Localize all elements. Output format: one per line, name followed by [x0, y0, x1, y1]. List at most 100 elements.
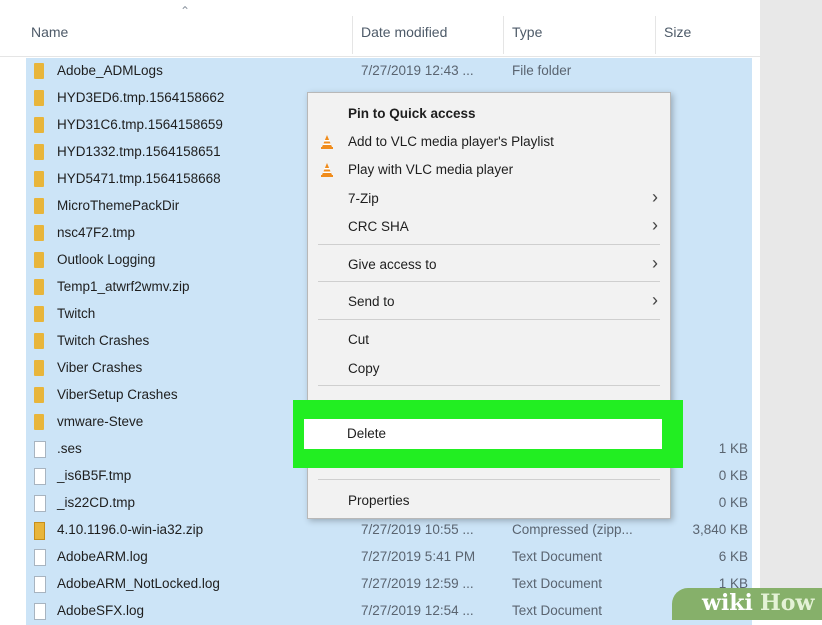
file-name: AdobeARM.log [57, 549, 148, 564]
chevron-right-icon: › [652, 290, 658, 310]
folder-icon [34, 252, 44, 268]
folder-icon [34, 414, 44, 430]
menu-item-label: Pin to Quick access [348, 106, 476, 121]
file-icon [34, 441, 46, 458]
file-type: Text Document [512, 576, 603, 591]
file-date-modified: 7/27/2019 5:41 PM [361, 549, 476, 564]
file-size: 0 KB [718, 495, 748, 510]
file-name: Twitch Crashes [57, 333, 150, 348]
menu-item-label: CRC SHA [348, 219, 409, 234]
file-row[interactable]: 4.10.1196.0-win-ia32.zip 7/27/2019 10:55 … [26, 517, 752, 544]
file-name: HYD3ED6.tmp.1564158662 [57, 90, 225, 105]
menu-item-play-with-vlc[interactable]: Play with VLC media player [308, 157, 670, 183]
file-type: Text Document [512, 603, 603, 618]
file-icon [34, 549, 46, 566]
folder-icon [34, 225, 44, 241]
folder-icon [34, 90, 44, 106]
menu-separator [318, 385, 660, 386]
menu-item-delete[interactable]: Delete [304, 419, 662, 449]
file-date-modified: 7/27/2019 10:55 ... [361, 522, 474, 537]
menu-separator [318, 244, 660, 245]
menu-item-7-zip[interactable]: 7-Zip › [308, 186, 670, 212]
file-icon [34, 495, 46, 512]
file-name: _is6B5F.tmp [57, 468, 132, 483]
column-divider[interactable] [352, 16, 353, 54]
column-divider[interactable] [655, 16, 656, 54]
column-date-modified[interactable]: Date modified [361, 24, 447, 40]
file-type: Compressed (zipp... [512, 522, 633, 537]
folder-icon [34, 63, 44, 79]
folder-icon [34, 306, 44, 322]
file-row[interactable]: AdobeARM_NotLocked.log 7/27/2019 12:59 ..… [26, 571, 752, 598]
chevron-right-icon: › [652, 253, 658, 273]
folder-icon [34, 198, 44, 214]
file-size: 6 KB [718, 549, 748, 564]
watermark-how: How [760, 590, 815, 616]
folder-icon [34, 333, 44, 349]
menu-item-give-access-to[interactable]: Give access to › [308, 252, 670, 278]
menu-item-label: Send to [348, 294, 395, 309]
menu-item-crc-sha[interactable]: CRC SHA › [308, 214, 670, 240]
menu-item-label: Play with VLC media player [348, 162, 514, 177]
file-name: HYD5471.tmp.1564158668 [57, 171, 221, 186]
column-size[interactable]: Size [664, 24, 691, 40]
menu-separator [318, 281, 660, 282]
file-size: 3,840 KB [692, 522, 748, 537]
menu-separator [318, 479, 660, 480]
watermark-wiki: wiki [702, 590, 753, 616]
column-divider[interactable] [503, 16, 504, 54]
file-name: AdobeSFX.log [57, 603, 145, 618]
sort-ascending-icon: ⌃ [180, 4, 191, 18]
chevron-right-icon: › [652, 187, 658, 207]
file-name: ViberSetup Crashes [57, 387, 178, 402]
file-name: Temp1_atwrf2wmv.zip [57, 279, 190, 294]
window-edge [760, 0, 822, 620]
folder-icon [34, 387, 44, 403]
folder-icon [34, 171, 44, 187]
zip-icon [34, 522, 45, 540]
menu-item-label: Cut [348, 332, 370, 347]
chevron-right-icon: › [652, 215, 658, 235]
file-name: 4.10.1196.0-win-ia32.zip [57, 522, 204, 537]
highlight-annotation: Delete [293, 400, 683, 468]
menu-separator [318, 319, 660, 320]
menu-item-pin-to-quick-access[interactable]: Pin to Quick access [308, 101, 670, 127]
file-icon [34, 603, 46, 620]
menu-item-add-to-vlc-playlist[interactable]: Add to VLC media player's Playlist [308, 129, 670, 155]
file-date-modified: 7/27/2019 12:43 ... [361, 63, 474, 78]
menu-item-send-to[interactable]: Send to › [308, 289, 670, 315]
column-name[interactable]: Name [31, 24, 68, 40]
column-header: ⌃ Name Date modified Type Size [0, 4, 760, 57]
file-icon [34, 468, 46, 485]
folder-icon [34, 117, 44, 133]
file-name: Adobe_ADMLogs [57, 63, 163, 78]
folder-icon [34, 144, 44, 160]
file-row[interactable]: AdobeARM.log 7/27/2019 5:41 PM Text Docume… [26, 544, 752, 571]
file-row[interactable]: Adobe_ADMLogs 7/27/2019 12:43 ... File fol… [26, 58, 752, 85]
menu-item-label: Give access to [348, 257, 437, 272]
file-size: 0 KB [718, 468, 748, 483]
column-type[interactable]: Type [512, 24, 542, 40]
vlc-icon [321, 135, 333, 149]
folder-icon [34, 279, 44, 295]
menu-item-copy[interactable]: Copy [308, 356, 670, 382]
folder-icon [34, 360, 44, 376]
file-name: Twitch [57, 306, 96, 321]
file-name: Outlook Logging [57, 252, 156, 267]
file-type: Text Document [512, 549, 603, 564]
menu-item-label: Delete [347, 426, 387, 441]
menu-item-cut[interactable]: Cut [308, 327, 670, 353]
file-date-modified: 7/27/2019 12:54 ... [361, 603, 474, 618]
vlc-icon [321, 163, 333, 177]
file-name: Viber Crashes [57, 360, 143, 375]
file-size: 1 KB [718, 441, 748, 456]
file-name: AdobeARM_NotLocked.log [57, 576, 220, 591]
file-name: MicroThemePackDir [57, 198, 180, 213]
file-name: vmware-Steve [57, 414, 144, 429]
menu-item-label: Copy [348, 361, 380, 376]
menu-item-properties[interactable]: Properties [308, 488, 670, 514]
file-row[interactable]: AdobeSFX.log 7/27/2019 12:54 ... Text Docu… [26, 598, 752, 625]
file-name: HYD1332.tmp.1564158651 [57, 144, 221, 159]
menu-item-label: Properties [348, 493, 410, 508]
file-type: File folder [512, 63, 572, 78]
